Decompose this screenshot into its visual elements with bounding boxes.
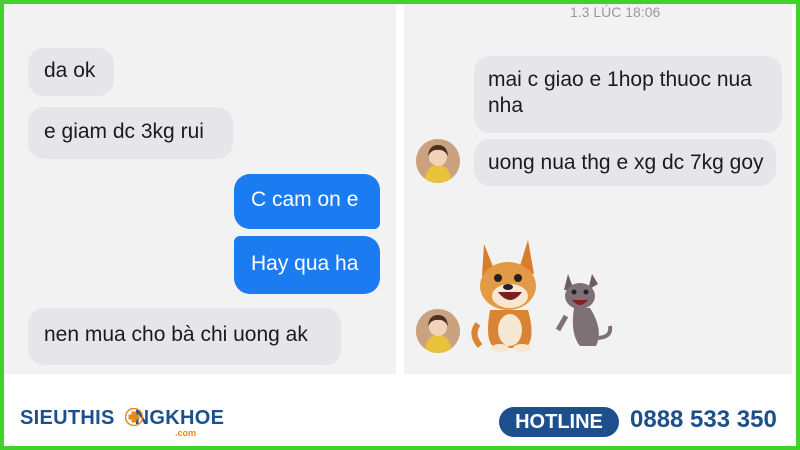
message-bubble-outgoing: C cam on e <box>234 174 380 229</box>
hotline-label: HOTLINE <box>499 407 619 437</box>
message-bubble-incoming: nen mua cho bà chi uong ak <box>28 308 341 365</box>
grey-dog-icon <box>555 274 613 346</box>
sender-avatar[interactable] <box>416 309 460 353</box>
panel-divider <box>396 4 404 374</box>
brand-domain: .com <box>175 428 197 438</box>
message-bubble-incoming: e giam dc 3kg rui <box>28 107 233 159</box>
dogs-laughing-sticker <box>470 234 620 354</box>
person-photo-icon <box>416 139 460 183</box>
message-bubble-incoming: mai c giao e 1hop thuoc nua nha <box>474 56 782 133</box>
brand-name-part1: SIEUTHIS <box>20 407 115 429</box>
orange-dog-icon <box>471 240 536 352</box>
message-bubble-outgoing: Hay qua ha <box>234 236 380 294</box>
message-bubble-incoming: uong nua thg e xg dc 7kg goy <box>474 139 776 186</box>
brand-name-part2: NGKHOE <box>134 407 225 429</box>
medical-cross-icon <box>125 408 143 426</box>
brand-logo[interactable]: SIEUTHIS NGKHOE <box>20 407 224 430</box>
person-photo-icon <box>416 309 460 353</box>
message-bubble-incoming: da ok <box>28 48 114 96</box>
sender-avatar[interactable] <box>416 139 460 183</box>
hotline-phone-link[interactable]: 0888 533 350 <box>630 406 777 434</box>
message-timestamp: 1.3 LÚC 18:06 <box>570 4 661 20</box>
